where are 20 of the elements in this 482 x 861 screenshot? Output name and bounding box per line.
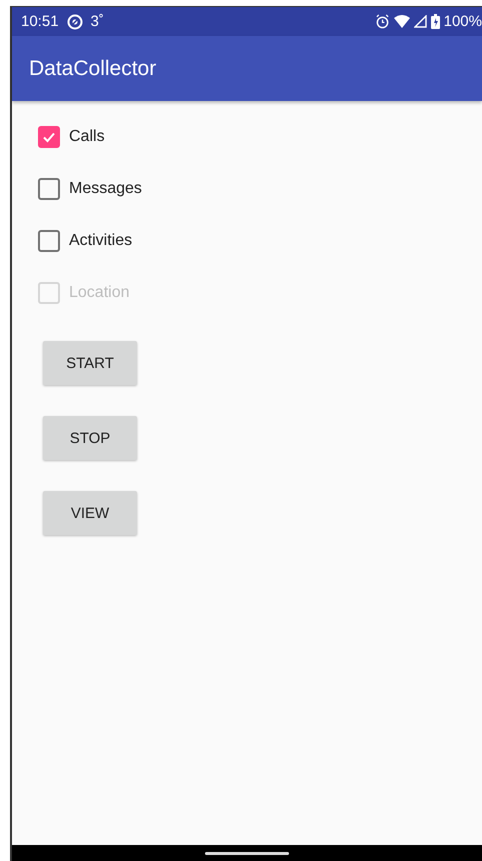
action-button[interactable]: VIEW — [43, 491, 137, 535]
alarm-icon — [374, 14, 390, 29]
battery-icon — [430, 14, 440, 29]
checkbox[interactable] — [38, 178, 60, 200]
wifi-icon — [394, 14, 410, 28]
action-button[interactable]: STOP — [43, 416, 137, 460]
checkbox-label: Location — [69, 284, 130, 302]
checkbox[interactable] — [38, 230, 60, 252]
status-time: 10:51 — [21, 13, 59, 30]
checkbox[interactable] — [38, 126, 60, 148]
checkbox-label: Activities — [69, 232, 132, 250]
checkbox-label: Messages — [69, 180, 142, 198]
checkmark-icon — [42, 130, 56, 144]
temperature-text: 3˚ — [90, 13, 104, 30]
action-button[interactable]: START — [43, 341, 137, 385]
signal-icon — [414, 15, 427, 28]
app-title: DataCollector — [29, 56, 156, 80]
battery-percent: 100% — [444, 13, 482, 30]
home-handle[interactable] — [205, 852, 289, 854]
checkbox-label: Calls — [69, 128, 105, 146]
